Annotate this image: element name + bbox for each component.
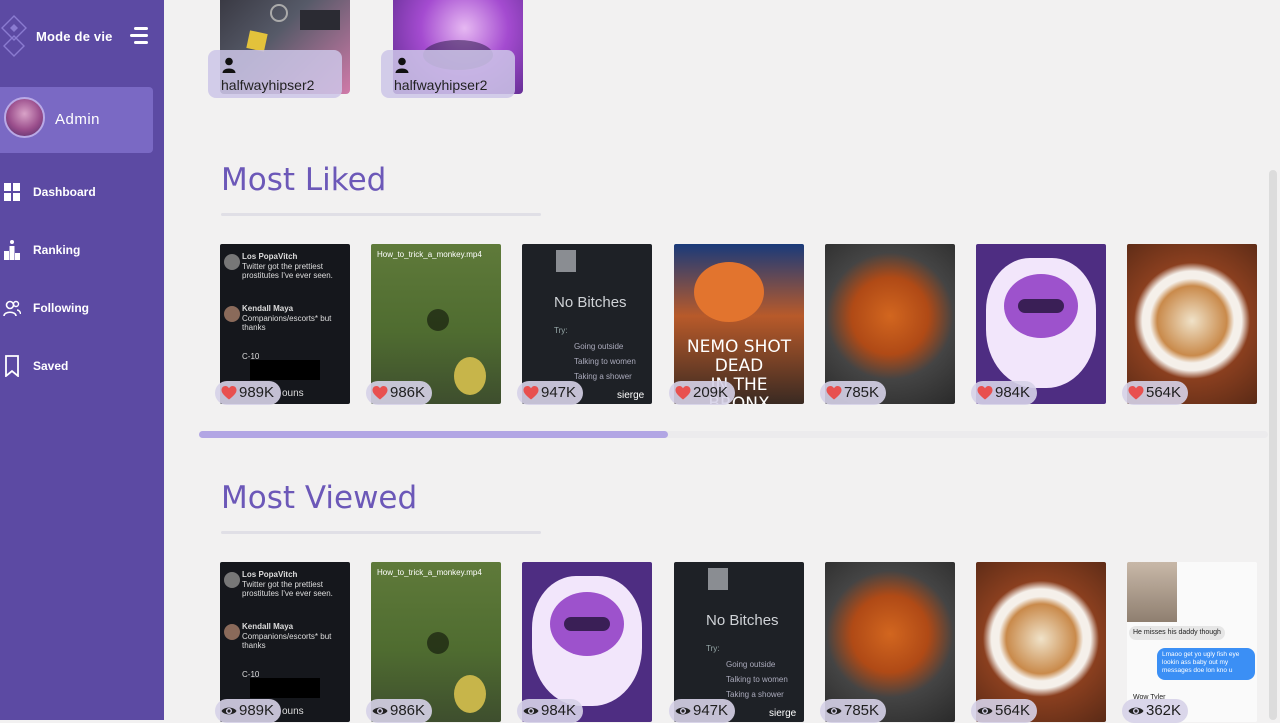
eye-icon — [221, 707, 237, 715]
owner-name: halfwayhipser2 — [221, 77, 315, 93]
like-badge: 984K — [971, 381, 1037, 405]
nav-label: Ranking — [33, 243, 81, 257]
eye-icon — [1128, 707, 1144, 715]
users-icon — [3, 300, 21, 317]
nav-item-following[interactable]: Following — [0, 294, 164, 324]
like-count: 989K — [239, 384, 275, 401]
post-tile[interactable]: NEMO SHOT DEAD IN THE BRONX — [674, 244, 804, 404]
view-badge: 986K — [366, 699, 432, 723]
nav-label: Dashboard — [33, 185, 96, 199]
post-tile[interactable] — [976, 562, 1106, 722]
eye-icon — [372, 707, 388, 715]
view-count: 984K — [541, 702, 577, 719]
menu-toggle-button[interactable] — [126, 25, 148, 47]
like-badge: 209K — [669, 381, 735, 405]
post-tile[interactable]: No Bitches Try: Going outside Talking to… — [674, 562, 804, 722]
bookmark-icon — [5, 355, 19, 377]
section-divider — [221, 213, 541, 216]
grid-icon — [4, 183, 20, 201]
nav-label: Saved — [33, 359, 69, 373]
app-title: Mode de vie — [36, 29, 113, 44]
heart-icon — [675, 386, 691, 400]
heart-icon — [221, 386, 237, 400]
post-tile[interactable] — [825, 244, 955, 404]
view-badge: 947K — [669, 699, 735, 723]
user-card[interactable]: Admin — [0, 87, 153, 153]
horizontal-scrollbar[interactable] — [199, 431, 668, 438]
user-icon — [222, 57, 236, 73]
heart-icon — [1128, 386, 1144, 400]
user-icon — [395, 57, 409, 73]
heart-icon — [977, 386, 993, 400]
like-badge: 986K — [366, 381, 432, 405]
view-count: 564K — [995, 702, 1031, 719]
view-count: 986K — [390, 702, 426, 719]
like-badge: 989K — [215, 381, 281, 405]
post-tile[interactable]: How_to_trick_a_monkey.mp4 — [371, 244, 501, 404]
post-tile[interactable] — [522, 562, 652, 722]
most-liked-title: Most Liked — [221, 162, 387, 198]
like-count: 947K — [541, 384, 577, 401]
eye-icon — [826, 707, 842, 715]
post-tile[interactable] — [976, 244, 1106, 404]
nav-item-saved[interactable]: Saved — [0, 352, 164, 382]
like-count: 209K — [693, 384, 729, 401]
post-tile[interactable]: No Bitches Try: Going outside Talking to… — [522, 244, 652, 404]
user-name: Admin — [55, 111, 101, 128]
owner-tag[interactable]: halfwayhipser2 — [208, 50, 342, 98]
vertical-scrollbar[interactable] — [1269, 170, 1277, 720]
like-count: 785K — [844, 384, 880, 401]
eye-icon — [675, 707, 691, 715]
heart-icon — [372, 386, 388, 400]
section-divider — [221, 531, 541, 534]
owner-tag[interactable]: halfwayhipser2 — [381, 50, 515, 98]
view-count: 989K — [239, 702, 275, 719]
avatar — [4, 97, 45, 138]
like-count: 564K — [1146, 384, 1182, 401]
post-tile[interactable]: He misses his daddy though Lmaoo get yo … — [1127, 562, 1257, 722]
eye-icon — [977, 707, 993, 715]
sidebar: Mode de vie Admin Dashboard Ranking Foll… — [0, 0, 164, 720]
nav-label: Following — [33, 301, 89, 315]
like-badge: 564K — [1122, 381, 1188, 405]
post-tile[interactable]: Los PopaVitch Twitter got the prettiest … — [220, 244, 350, 404]
like-badge: 947K — [517, 381, 583, 405]
view-badge: 564K — [971, 699, 1037, 723]
most-viewed-title: Most Viewed — [221, 480, 418, 516]
heart-icon — [523, 386, 539, 400]
heart-icon — [826, 386, 842, 400]
view-badge: 989K — [215, 699, 281, 723]
logo-icon — [1, 15, 27, 57]
view-count: 362K — [1146, 702, 1182, 719]
view-badge: 785K — [820, 699, 886, 723]
post-tile[interactable]: Los PopaVitch Twitter got the prettiest … — [220, 562, 350, 722]
like-badge: 785K — [820, 381, 886, 405]
like-count: 984K — [995, 384, 1031, 401]
post-tile[interactable]: How_to_trick_a_monkey.mp4 — [371, 562, 501, 722]
view-badge: 362K — [1122, 699, 1188, 723]
post-tile[interactable] — [1127, 244, 1257, 404]
owner-name: halfwayhipser2 — [394, 77, 488, 93]
hamburger-icon — [134, 27, 148, 30]
post-tile[interactable] — [825, 562, 955, 722]
ranking-icon — [4, 240, 20, 260]
nav-item-dashboard[interactable]: Dashboard — [0, 178, 164, 208]
view-count: 947K — [693, 702, 729, 719]
eye-icon — [523, 707, 539, 715]
view-badge: 984K — [517, 699, 583, 723]
view-count: 785K — [844, 702, 880, 719]
like-count: 986K — [390, 384, 426, 401]
nav-item-ranking[interactable]: Ranking — [0, 236, 164, 266]
